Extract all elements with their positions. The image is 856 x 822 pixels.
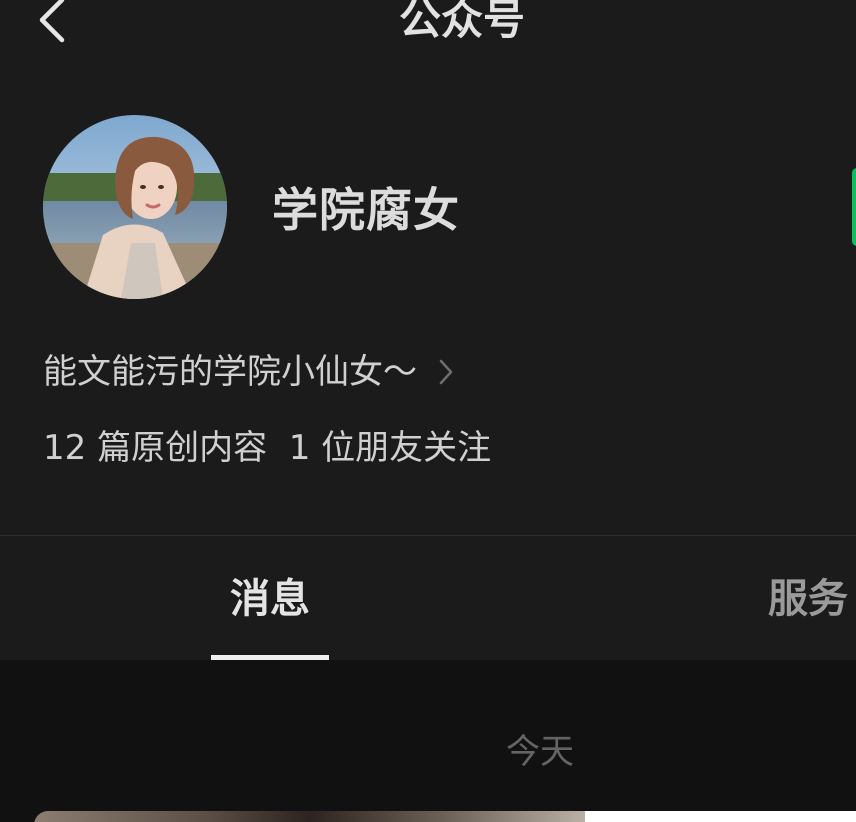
original-count: 12 篇原创内容: [43, 428, 268, 468]
bio-row[interactable]: 能文能污的学院小仙女～: [43, 346, 455, 398]
follow-button-edge[interactable]: [852, 168, 856, 246]
tab-messages[interactable]: 消息: [211, 568, 329, 630]
page-title: 公众号: [398, 0, 525, 44]
stats-spacer: [267, 428, 289, 468]
official-account-profile-screen: 公众号 学院腐女 能文能污的学院小仙女～ 12 篇原创内容 1 位朋友关注 消息…: [0, 0, 856, 822]
bio-text: 能文能污的学院小仙女～: [43, 352, 417, 392]
avatar-photo: [43, 115, 227, 299]
follower-count: 1 位朋友关注: [288, 428, 492, 468]
chevron-right-icon: [439, 359, 453, 385]
message-card-image[interactable]: [34, 811, 585, 822]
avatar[interactable]: [43, 115, 227, 299]
message-card-panel[interactable]: [585, 811, 856, 822]
divider: [0, 535, 856, 536]
date-label: 今天: [506, 732, 574, 772]
tab-services[interactable]: 服务: [768, 568, 848, 630]
account-name: 学院腐女: [272, 183, 460, 237]
stats-row: 12 篇原创内容 1 位朋友关注: [43, 422, 491, 474]
